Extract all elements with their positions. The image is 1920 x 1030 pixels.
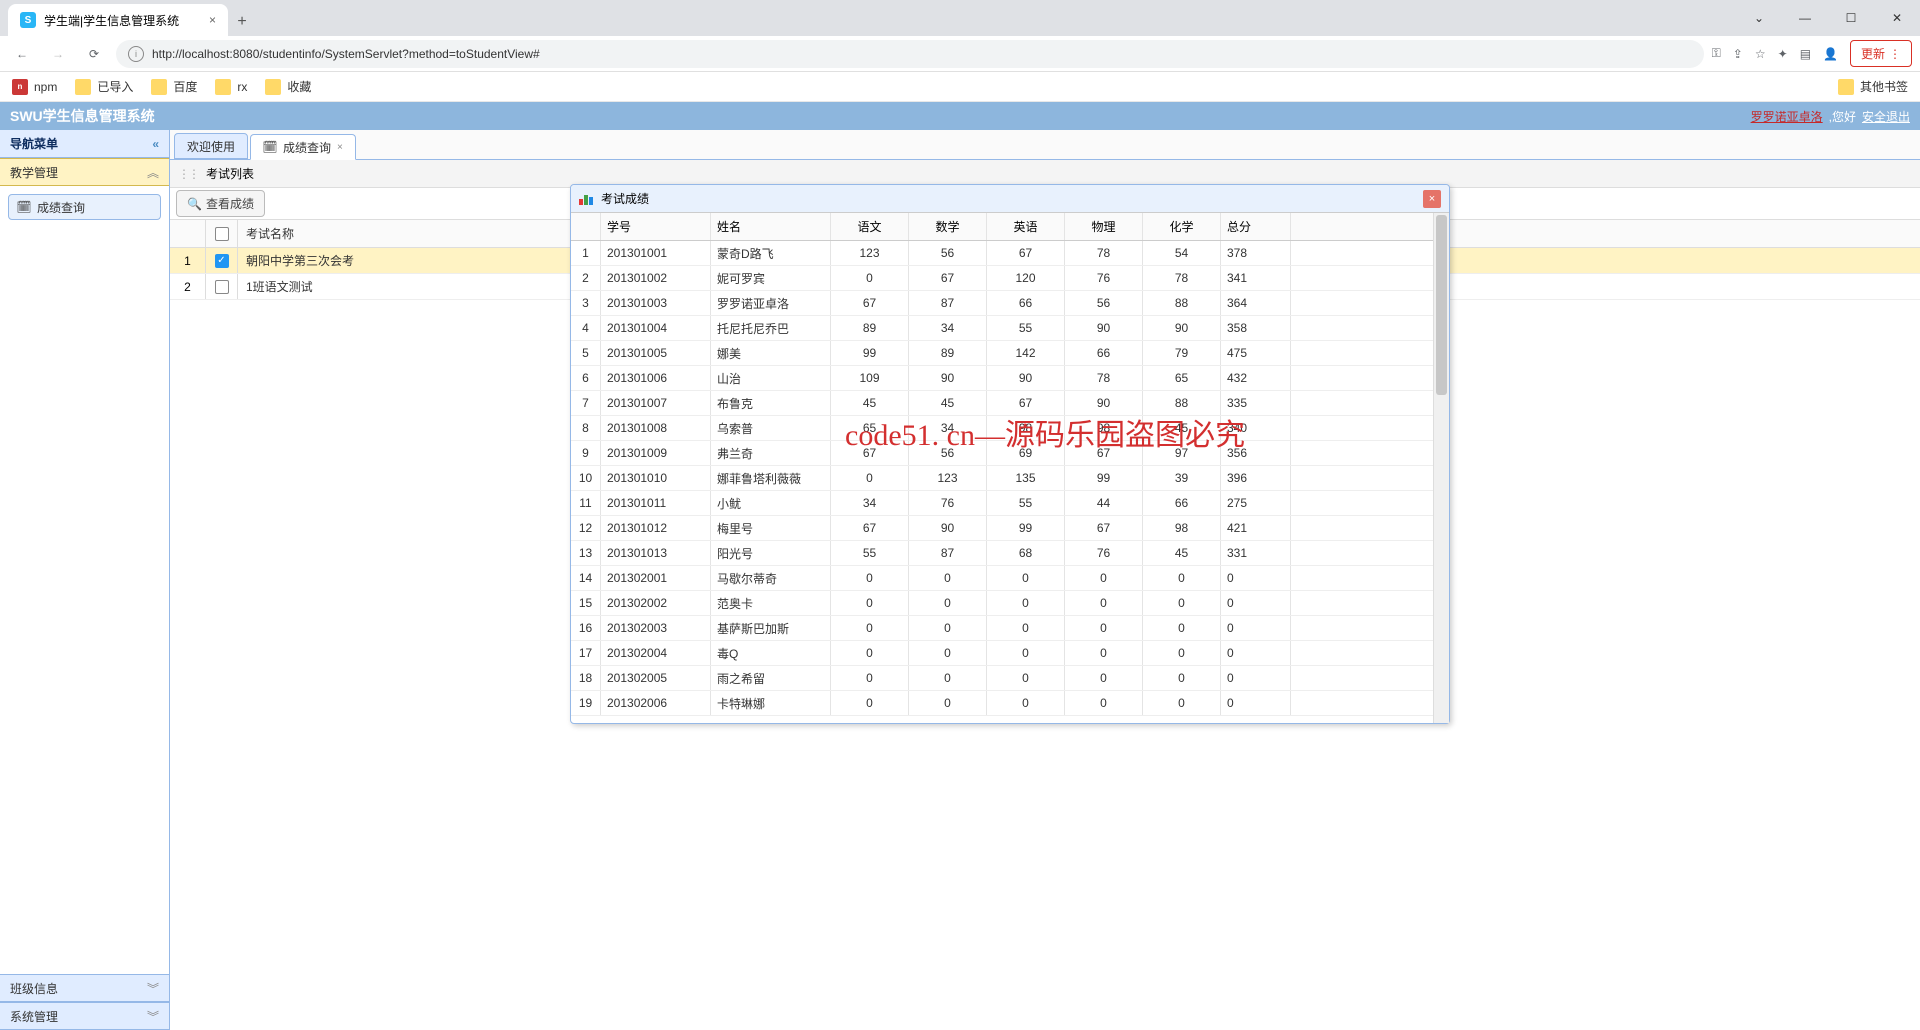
score-row[interactable]: 8201301008乌索普6534989845340 <box>571 416 1433 441</box>
logout-link[interactable]: 安全退出 <box>1862 108 1910 125</box>
score-row[interactable]: 6201301006山治10990907865432 <box>571 366 1433 391</box>
sidebar: 导航菜单 « 教学管理 ︽ 🗓 成绩查询 班级信息 ︾ 系统管理 ︾ <box>0 130 170 1030</box>
app-header: SWU学生信息管理系统 罗罗诺亚卓洛 ,您好 安全退出 <box>0 102 1920 130</box>
maximize-icon[interactable]: ☐ <box>1828 0 1874 36</box>
back-button[interactable]: ← <box>8 40 36 68</box>
score-row[interactable]: 14201302001马歇尔蒂奇000000 <box>571 566 1433 591</box>
accordion-class-info[interactable]: 班级信息 ︾ <box>0 974 169 1002</box>
other-bookmarks[interactable]: 其他书签 <box>1838 78 1908 95</box>
tree-score-query[interactable]: 🗓 成绩查询 <box>8 194 161 220</box>
nav-menu-title: 导航菜单 « <box>0 130 169 158</box>
tab-close-icon[interactable]: × <box>209 13 216 27</box>
share-icon[interactable]: ⇪ <box>1733 47 1743 61</box>
favicon-icon: S <box>20 12 36 28</box>
key-icon[interactable]: ⚿ <box>1712 46 1721 61</box>
row-checkbox[interactable] <box>215 280 229 294</box>
score-row[interactable]: 17201302004毒Q000000 <box>571 641 1433 666</box>
tab-close-icon[interactable]: × <box>337 142 343 153</box>
chart-icon <box>579 193 595 205</box>
score-row[interactable]: 10201301010娜菲鲁塔利薇薇01231359939396 <box>571 466 1433 491</box>
tab-welcome[interactable]: 欢迎使用 <box>174 133 248 159</box>
user-name-link[interactable]: 罗罗诺亚卓洛 <box>1751 108 1823 125</box>
score-row[interactable]: 12201301012梅里号6790996798421 <box>571 516 1433 541</box>
reload-button[interactable]: ⟳ <box>80 40 108 68</box>
tab-title: 学生端|学生信息管理系统 <box>44 12 179 29</box>
toolbar-title: 考试列表 <box>206 165 254 182</box>
browser-tab[interactable]: S 学生端|学生信息管理系统 × <box>8 4 228 36</box>
app-title: SWU学生信息管理系统 <box>10 106 155 126</box>
score-row[interactable]: 16201302003基萨斯巴加斯000000 <box>571 616 1433 641</box>
score-table: 学号姓名语文数学英语物理化学总分 1201301001蒙奇D路飞12356677… <box>571 213 1433 723</box>
tab-score-query[interactable]: 🗓 成绩查询 × <box>250 134 356 160</box>
score-row[interactable]: 18201302005雨之希留000000 <box>571 666 1433 691</box>
dialog-title: 考试成绩 <box>601 190 649 207</box>
url-text: http://localhost:8080/studentinfo/System… <box>152 47 540 61</box>
search-icon: 🔍 <box>187 197 202 211</box>
bookmark-rx[interactable]: rx <box>215 79 247 95</box>
score-row[interactable]: 9201301009弗兰奇6756696797356 <box>571 441 1433 466</box>
score-row[interactable]: 5201301005娜美99891426679475 <box>571 341 1433 366</box>
bookmark-fav[interactable]: 收藏 <box>265 78 311 95</box>
score-row[interactable]: 3201301003罗罗诺亚卓洛6787665688364 <box>571 291 1433 316</box>
score-row[interactable]: 11201301011小鱿3476554466275 <box>571 491 1433 516</box>
score-row[interactable]: 15201302002范奥卡000000 <box>571 591 1433 616</box>
bookmark-npm[interactable]: nnpm <box>12 79 57 95</box>
browser-tabstrip: S 学生端|学生信息管理系统 × + ⌄ — ☐ ✕ <box>0 0 1920 36</box>
collapse-sidebar-icon[interactable]: « <box>152 137 159 151</box>
scroll-thumb[interactable] <box>1436 215 1447 395</box>
star-icon[interactable]: ☆ <box>1755 47 1766 61</box>
profile-icon[interactable]: 👤 <box>1823 47 1838 61</box>
chevron-up-icon: ︽ <box>147 164 159 181</box>
dialog-close-button[interactable]: × <box>1423 190 1441 208</box>
update-button[interactable]: 更新 ⋮ <box>1850 40 1912 67</box>
address-bar: ← → ⟳ i http://localhost:8080/studentinf… <box>0 36 1920 72</box>
chevron-down-icon: ︾ <box>147 980 159 997</box>
minimize-icon[interactable]: — <box>1782 0 1828 36</box>
sidepanel-icon[interactable]: ▤ <box>1800 47 1811 61</box>
window-dropdown-icon[interactable]: ⌄ <box>1736 0 1782 36</box>
grip-icon: ⋮⋮ <box>178 167 198 181</box>
chevron-down-icon: ︾ <box>147 1008 159 1025</box>
accordion-teaching[interactable]: 教学管理 ︽ <box>0 158 169 186</box>
window-controls: ⌄ — ☐ ✕ <box>1736 0 1920 36</box>
score-row[interactable]: 4201301004托尼托尼乔巴8934559090358 <box>571 316 1433 341</box>
vertical-scrollbar[interactable] <box>1433 213 1449 723</box>
score-row[interactable]: 1201301001蒙奇D路飞12356677854378 <box>571 241 1433 266</box>
forward-button[interactable]: → <box>44 40 72 68</box>
extensions-icon[interactable]: ✦ <box>1778 47 1788 61</box>
score-row[interactable]: 7201301007布鲁克4545679088335 <box>571 391 1433 416</box>
content-tabs: 欢迎使用 🗓 成绩查询 × <box>170 130 1920 160</box>
bookmarks-bar: nnpm 已导入 百度 rx 收藏 其他书签 <box>0 72 1920 102</box>
accordion-system[interactable]: 系统管理 ︾ <box>0 1002 169 1030</box>
score-row[interactable]: 13201301013阳光号5587687645331 <box>571 541 1433 566</box>
calendar-icon: 🗓 <box>17 200 31 214</box>
url-input[interactable]: i http://localhost:8080/studentinfo/Syst… <box>116 40 1704 68</box>
bookmark-imported[interactable]: 已导入 <box>75 78 133 95</box>
calendar-icon: 🗓 <box>263 140 277 154</box>
site-info-icon[interactable]: i <box>128 46 144 62</box>
bookmark-baidu[interactable]: 百度 <box>151 78 197 95</box>
view-score-button[interactable]: 🔍 查看成绩 <box>176 190 265 217</box>
content-area: 欢迎使用 🗓 成绩查询 × ⋮⋮ 考试列表 🔍 查看成绩 考试名称 1✓朝阳中学… <box>170 130 1920 1030</box>
score-row[interactable]: 2201301002妮可罗宾0671207678341 <box>571 266 1433 291</box>
select-all-checkbox[interactable] <box>215 227 229 241</box>
score-dialog: 考试成绩 × 学号姓名语文数学英语物理化学总分 1201301001蒙奇D路飞1… <box>570 184 1450 724</box>
greeting-text: ,您好 <box>1829 108 1856 125</box>
score-row[interactable]: 19201302006卡特琳娜000000 <box>571 691 1433 716</box>
close-window-icon[interactable]: ✕ <box>1874 0 1920 36</box>
row-checkbox[interactable]: ✓ <box>215 254 229 268</box>
new-tab-button[interactable]: + <box>228 8 256 36</box>
dialog-titlebar[interactable]: 考试成绩 × <box>571 185 1449 213</box>
